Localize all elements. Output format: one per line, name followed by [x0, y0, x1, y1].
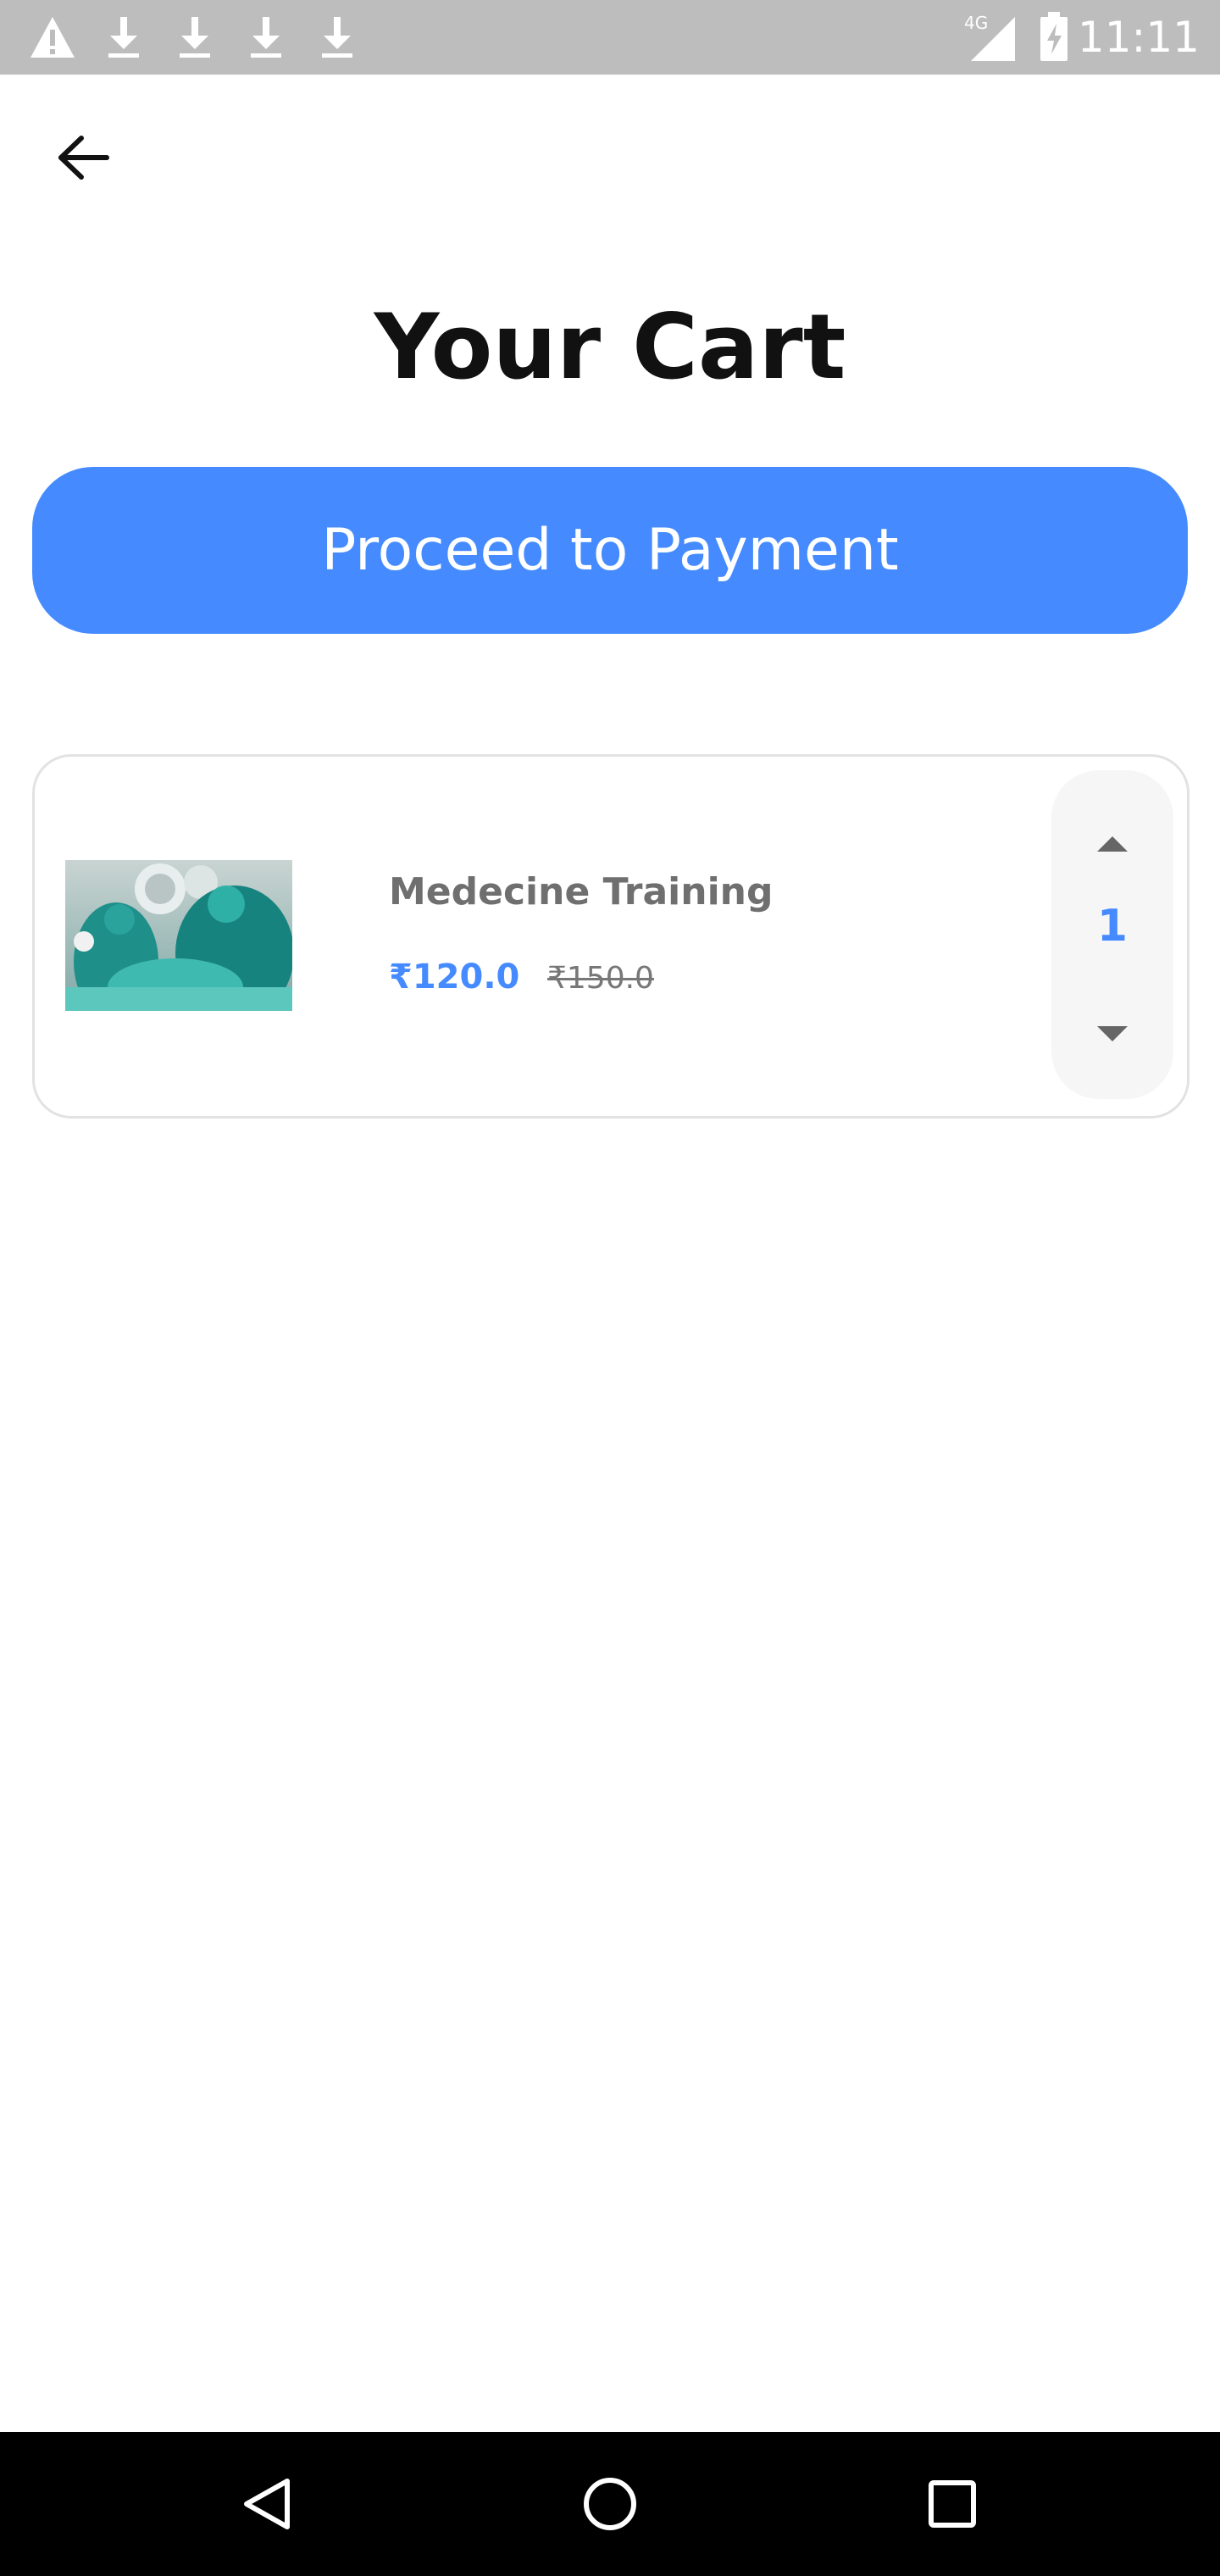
nav-back-button[interactable]: [225, 2462, 310, 2546]
nav-home-button[interactable]: [568, 2462, 652, 2546]
home-circle-icon: [584, 2478, 636, 2530]
quantity-value: 1: [1096, 901, 1128, 952]
download-icon: [180, 17, 210, 58]
download-icon: [322, 17, 352, 58]
network-type-label: 4G: [964, 13, 988, 33]
back-triangle-icon: [244, 2479, 290, 2529]
course-thumbnail: [65, 860, 292, 1011]
signal-icon: 4G: [964, 13, 1015, 61]
page-title: Your Cart: [374, 295, 846, 399]
decrease-quantity-button[interactable]: [1051, 996, 1173, 1072]
download-icon: [108, 17, 139, 58]
clock: 11:11: [1077, 13, 1200, 62]
increase-quantity-button[interactable]: [1051, 806, 1173, 882]
status-bar: 4G 11:11: [0, 0, 1220, 75]
discounted-price: ₹120.0: [389, 958, 520, 997]
system-navigation-bar: [0, 2432, 1220, 2576]
original-price: ₹150.0: [547, 961, 654, 996]
quantity-stepper: 1: [1051, 770, 1173, 1099]
back-button[interactable]: [44, 119, 122, 197]
download-icon: [251, 17, 281, 58]
arrow-left-icon: [58, 136, 109, 180]
course-name: Medecine Training: [389, 870, 774, 913]
surgery-photo: [65, 860, 292, 1011]
recents-square-icon: [929, 2480, 976, 2528]
battery-charging-icon: [1040, 12, 1068, 61]
caret-down-icon: [1097, 1026, 1128, 1041]
nav-recents-button[interactable]: [910, 2462, 995, 2546]
caret-up-icon: [1097, 836, 1128, 852]
proceed-to-payment-button[interactable]: Proceed to Payment: [32, 467, 1188, 634]
warning-icon: [30, 17, 75, 58]
cart-item-card: Medecine Training ₹120.0 ₹150.0 1: [32, 754, 1190, 1119]
